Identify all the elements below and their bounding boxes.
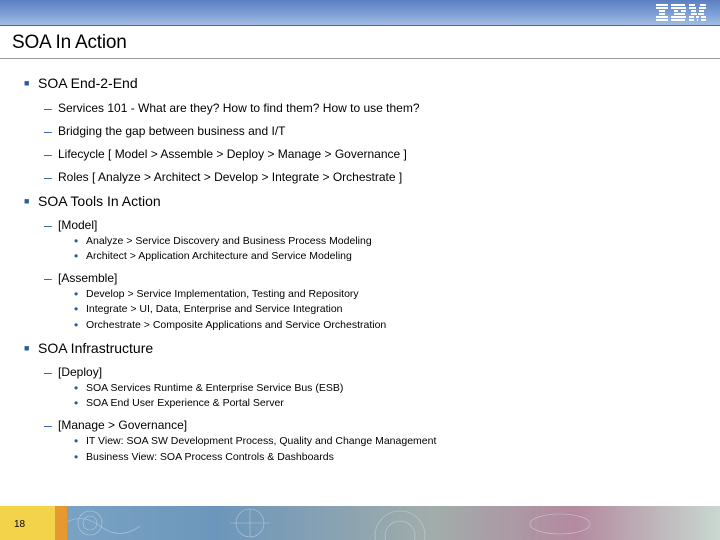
bullet-item: Bridging the gap between business and I/…	[44, 124, 710, 139]
top-banner	[0, 0, 720, 26]
sub-bullet-item: SOA Services Runtime & Enterprise Servic…	[74, 382, 710, 395]
bullet-item: [Deploy]	[44, 365, 710, 380]
footer-strip	[0, 506, 720, 540]
section-heading: SOA Infrastructure	[24, 340, 710, 358]
bullet-item: Services 101 - What are they? How to fin…	[44, 101, 710, 116]
page-number: 18	[14, 519, 25, 530]
section-heading: SOA End-2-End	[24, 75, 710, 93]
sub-bullet-item: IT View: SOA SW Development Process, Qua…	[74, 435, 710, 448]
content-area: SOA End-2-End Services 101 - What are th…	[0, 59, 720, 464]
sub-bullet-item: Business View: SOA Process Controls & Da…	[74, 451, 710, 464]
bullet-item: Roles [ Analyze > Architect > Develop > …	[44, 170, 710, 185]
bullet-item: [Manage > Governance]	[44, 418, 710, 433]
section-heading: SOA Tools In Action	[24, 193, 710, 211]
sub-bullet-item: Integrate > UI, Data, Enterprise and Ser…	[74, 303, 710, 316]
sub-bullet-item: Develop > Service Implementation, Testin…	[74, 288, 710, 301]
sub-bullet-item: Architect > Application Architecture and…	[74, 250, 710, 263]
page-title: SOA In Action	[0, 26, 720, 59]
ibm-logo-icon	[656, 4, 706, 27]
sub-bullet-item: Analyze > Service Discovery and Business…	[74, 235, 710, 248]
sub-bullet-item: SOA End User Experience & Portal Server	[74, 397, 710, 410]
bullet-item: Lifecycle [ Model > Assemble > Deploy > …	[44, 147, 710, 162]
bullet-item: [Model]	[44, 218, 710, 233]
bullet-item: [Assemble]	[44, 271, 710, 286]
sub-bullet-item: Orchestrate > Composite Applications and…	[74, 319, 710, 332]
